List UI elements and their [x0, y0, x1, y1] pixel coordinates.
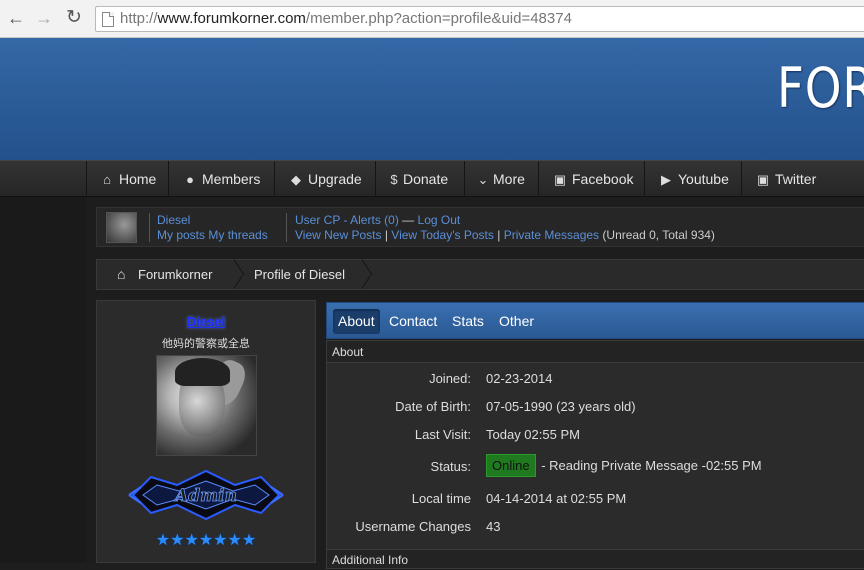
nav-donate-label: Donate — [403, 171, 449, 187]
url-path: /member.php?action=profile&uid=48374 — [305, 10, 572, 27]
nav-upgrade-label: Upgrade — [308, 171, 362, 187]
about-section-header: About — [326, 340, 864, 363]
panel-divider — [149, 213, 150, 242]
browser-toolbar: ← → ↻ http://www.forumkorner.com/member.… — [0, 0, 864, 38]
nav-twitter[interactable]: ▣ Twitter — [742, 161, 864, 197]
username-changes-link[interactable]: 43 — [486, 519, 500, 534]
status-activity: - Reading Private Message -02:55 PM — [541, 458, 762, 473]
last-visit-value: Today 02:55 PM — [486, 427, 580, 442]
badge-text: Admin — [173, 486, 237, 506]
back-arrow-icon[interactable]: ← — [6, 8, 26, 28]
nav-members[interactable]: ● Members — [169, 161, 275, 197]
nav-home-label: Home — [119, 171, 157, 187]
breadcrumb-home[interactable]: ⌂ Forumkorner — [117, 260, 212, 289]
profile-username[interactable]: Diesel — [97, 314, 315, 329]
breadcrumb: ⌂ Forumkorner Profile of Diesel — [96, 259, 864, 290]
user-panel: Diesel My posts My threads User CP - Ale… — [96, 207, 864, 247]
additional-info-header: Additional Info — [326, 549, 864, 569]
url-host: www.forumkorner.com — [157, 10, 306, 27]
status-label: Status: — [430, 459, 471, 474]
emdash: — — [402, 213, 415, 227]
dob-label: Date of Birth: — [395, 399, 471, 414]
tab-contact[interactable]: Contact — [384, 309, 442, 334]
local-time-label: Local time — [411, 491, 471, 506]
nav-twitter-label: Twitter — [775, 171, 817, 187]
pm-counts: (Unread 0, Total 934) — [602, 228, 715, 242]
status-value: Online - Reading Private Message -02:55 … — [486, 454, 762, 477]
tag-icon: ◆ — [291, 172, 301, 187]
pipe-separator: | — [497, 228, 501, 242]
nav-donate[interactable]: $ Donate — [376, 161, 465, 197]
chevron-down-icon: ⌄ — [477, 172, 489, 187]
breadcrumb-home-label: Forumkorner — [138, 267, 213, 282]
username-changes-label: Username Changes — [355, 519, 471, 534]
avatar-art — [175, 358, 230, 386]
nav-upgrade[interactable]: ◆ Upgrade — [275, 161, 376, 197]
users-icon: ● — [186, 172, 194, 187]
address-bar[interactable]: http://www.forumkorner.com/member.php?ac… — [95, 6, 864, 32]
panel-divider — [286, 213, 287, 242]
tab-stats[interactable]: Stats — [447, 309, 489, 334]
site-logo[interactable]: FOR — [777, 56, 864, 120]
dob-value: 07-05-1990 (23 years old) — [486, 399, 636, 414]
local-time-value: 04-14-2014 at 02:55 PM — [486, 491, 627, 506]
nav-more-label: More — [493, 171, 525, 187]
nav-youtube-label: Youtube — [678, 171, 729, 187]
breadcrumb-chevron — [361, 259, 374, 289]
facebook-icon: ▣ — [553, 172, 567, 187]
profile-usertitle: 他妈的警察或全息 — [162, 338, 250, 350]
nav-facebook[interactable]: ▣ Facebook — [539, 161, 645, 197]
pipe-separator: | — [384, 228, 388, 242]
user-avatar-thumb[interactable] — [106, 212, 137, 243]
profile-tabs: About Contact Stats Other — [326, 302, 864, 339]
dollar-icon: $ — [390, 172, 398, 187]
home-icon: ⌂ — [117, 266, 126, 282]
reload-icon[interactable]: ↻ — [64, 8, 84, 28]
page-icon — [102, 12, 114, 27]
my-threads-link[interactable]: My threads — [208, 228, 267, 242]
view-todays-posts-link[interactable]: View Today's Posts — [391, 228, 494, 242]
private-messages-link[interactable]: Private Messages — [504, 228, 599, 242]
profile-avatar — [156, 355, 257, 456]
nav-youtube[interactable]: ▶ Youtube — [645, 161, 742, 197]
joined-label: Joined: — [429, 371, 471, 386]
url-prefix: http:// — [120, 10, 158, 27]
breadcrumb-chevron — [233, 259, 246, 289]
left-gutter — [0, 197, 86, 563]
site-banner: FOR — [0, 38, 864, 160]
play-icon: ▶ — [661, 172, 671, 187]
twitter-icon: ▣ — [756, 172, 770, 187]
home-icon: ⌂ — [103, 172, 111, 187]
nav-members-label: Members — [202, 171, 261, 187]
username-link[interactable]: Diesel — [157, 213, 190, 227]
nav-facebook-label: Facebook — [572, 171, 634, 187]
alerts-link[interactable]: Alerts (0) — [350, 213, 399, 227]
breadcrumb-current: Profile of Diesel — [254, 267, 346, 282]
view-new-posts-link[interactable]: View New Posts — [295, 228, 381, 242]
url-text[interactable]: http://www.forumkorner.com/member.php?ac… — [120, 10, 572, 27]
joined-value: 02-23-2014 — [486, 371, 553, 386]
about-section-body: Joined: 02-23-2014 Date of Birth: 07-05-… — [326, 363, 864, 549]
main-navigation: ⌂ Home ● Members ◆ Upgrade $ Donate ⌄ More ▣ F… — [0, 160, 864, 197]
online-status-badge: Online — [486, 454, 536, 477]
last-visit-label: Last Visit: — [414, 427, 471, 442]
my-posts-link[interactable]: My posts — [157, 228, 205, 242]
nav-home[interactable]: ⌂ Home — [86, 161, 169, 197]
tab-other[interactable]: Other — [494, 309, 539, 334]
user-cp-link[interactable]: User CP — [295, 213, 340, 227]
logout-link[interactable]: Log Out — [418, 213, 461, 227]
forward-arrow-icon[interactable]: → — [34, 8, 54, 28]
alerts-separator: - — [343, 213, 348, 227]
nav-more[interactable]: ⌄ More — [465, 161, 539, 197]
tab-about[interactable]: About — [333, 309, 380, 334]
admin-group-badge: Admin — [128, 469, 284, 521]
